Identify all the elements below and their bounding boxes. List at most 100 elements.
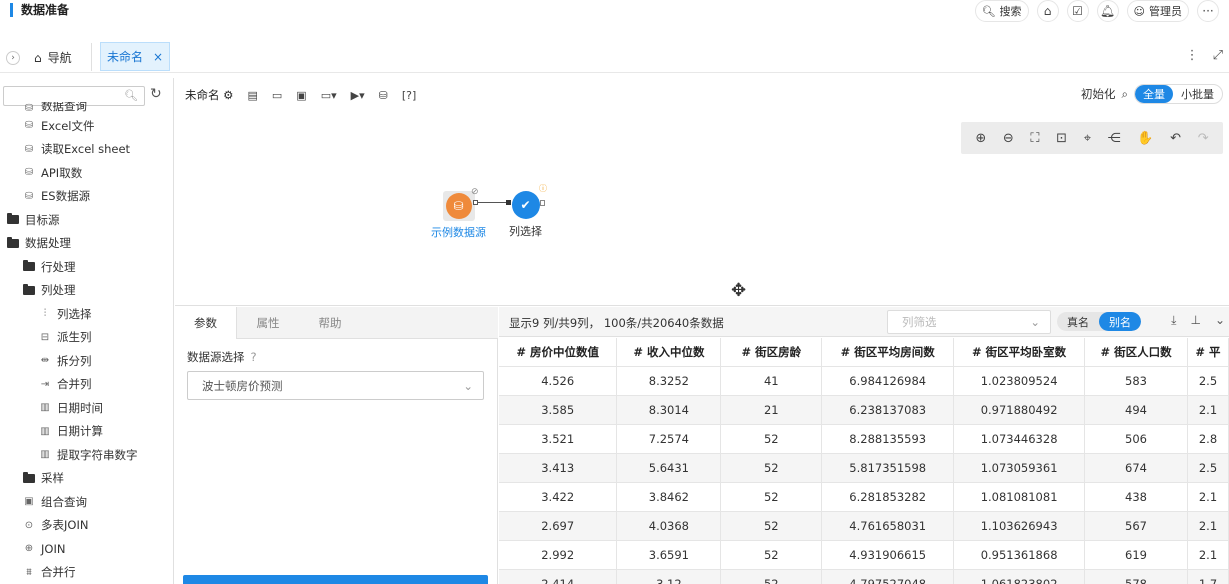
help-icon[interactable]: [?] <box>402 89 416 102</box>
column-header[interactable]: # 街区房龄 <box>720 338 823 367</box>
confirm-button[interactable] <box>183 575 488 584</box>
sidebar-item[interactable]: ⛁ ES数据源 <box>0 185 173 209</box>
save-icon[interactable]: ▭ <box>272 89 282 102</box>
node-connector <box>474 202 510 203</box>
sidebar-item[interactable]: ⊕ JOIN <box>0 537 173 561</box>
schedule-icon[interactable]: ⛁ <box>379 89 388 102</box>
sidebar-item[interactable]: ▣ 组合查询 <box>0 490 173 514</box>
name-toggle[interactable]: 真名 别名 <box>1057 312 1141 331</box>
table-cell: 3.413 <box>499 453 618 483</box>
init-label: 初始化 <box>1081 87 1116 101</box>
layout-tree-icon[interactable]: ⋲ <box>1108 131 1121 146</box>
task-icon[interactable]: ☑ <box>1066 0 1089 22</box>
sidebar-item[interactable]: 列处理 <box>0 279 173 303</box>
close-icon[interactable]: × <box>153 50 163 64</box>
flow-canvas[interactable]: 未命名 ⚙ ▤ ▭ ▣ ▭▾ ▶▾ ⛁ [?] 初始化 ⌕ 全量 小批量 ⊕ ⊖… <box>175 78 1229 306</box>
doc-settings-icon[interactable]: ▤ <box>247 89 257 102</box>
column-header[interactable]: # 街区平均卧室数 <box>953 338 1086 367</box>
sidebar-item[interactable]: 目标源 <box>0 208 173 232</box>
sidebar-item[interactable]: ⫶ 列选择 <box>0 302 173 326</box>
sidebar-item[interactable]: ▥ 日期计算 <box>0 420 173 444</box>
sidebar-item-label: JOIN <box>41 541 66 556</box>
run-icon[interactable]: ▶▾ <box>351 89 365 102</box>
mode-toggle[interactable]: 全量 小批量 <box>1134 84 1223 104</box>
sidebar-item-label: 合并行 <box>41 565 76 580</box>
sidebar-item[interactable]: ▥ 提取字符串数字 <box>0 443 173 467</box>
table-header-row: # 房价中位数值 # 收入中位数 # 街区房龄 # 街区平均房间数 # 街区平均卧室数 #… <box>499 338 1229 367</box>
sidebar-item[interactable]: ▥ 日期时间 <box>0 396 173 420</box>
sidebar-item[interactable]: 数据处理 <box>0 232 173 256</box>
focus-icon[interactable]: ⊡ <box>1056 131 1067 146</box>
table-cell: 567 <box>1084 511 1188 541</box>
sidebar-item[interactable]: ⊙ 多表JOIN <box>0 514 173 538</box>
column-header[interactable]: # 街区人口数 <box>1084 338 1188 367</box>
sidebar-item[interactable]: ⛁ 读取Excel sheet <box>0 138 173 162</box>
connector-port-out <box>473 200 478 205</box>
table-cell: 41 <box>720 366 823 396</box>
more-icon[interactable]: ··· <box>1197 0 1219 22</box>
zoom-in-icon[interactable]: ⊕ <box>975 131 986 146</box>
save-as-icon[interactable]: ▣ <box>296 89 306 102</box>
sidebar-item-label: 列选择 <box>57 306 92 321</box>
datasource-select[interactable]: 波士顿房价预测 ⌄ <box>187 371 484 400</box>
column-filter-select[interactable]: 列筛选 ⌄ <box>887 310 1051 334</box>
sidebar-item-label: 目标源 <box>25 212 60 227</box>
home-icon[interactable]: ⌂ <box>1036 0 1059 22</box>
sidebar-item-label: 拆分列 <box>57 353 92 368</box>
db-icon: ⛁ <box>24 167 34 179</box>
column-header[interactable]: # 收入中位数 <box>616 338 722 367</box>
tab-nav[interactable]: ⌂ 导航 <box>34 49 72 66</box>
mode-full-button[interactable]: 全量 <box>1135 85 1173 103</box>
column-header[interactable]: # 平 <box>1187 338 1229 367</box>
download-icon[interactable]: ⤓ <box>1171 313 1176 328</box>
tab-help[interactable]: 帮助 <box>299 307 361 339</box>
sidebar-item[interactable]: ⛁ API取数 <box>0 161 173 185</box>
search-button[interactable]: 🔍︎ 搜索 <box>974 0 1029 22</box>
collapse-icon[interactable]: ⌄ <box>1215 313 1225 328</box>
data-preview-actions: ⤓ ⊥ ⌄ <box>1171 313 1225 328</box>
tab-properties[interactable]: 属性 <box>237 307 299 339</box>
pin-icon[interactable]: ⊥ <box>1190 313 1200 328</box>
vertical-more-icon[interactable]: ⋮ <box>1186 48 1199 63</box>
alias-button[interactable]: 别名 <box>1099 312 1141 331</box>
sidebar-item[interactable]: ⩩ 合并行 <box>0 561 173 584</box>
hand-icon[interactable]: ✋ <box>1137 131 1153 146</box>
datasource-label-row: 数据源选择 ? <box>187 349 257 365</box>
sidebar-item[interactable]: ⇥ 合并列 <box>0 373 173 397</box>
table-cell: 52 <box>720 482 823 512</box>
tab-untitled[interactable]: 未命名 × <box>100 42 171 71</box>
move-icon[interactable]: ✥ <box>731 280 746 301</box>
zoom-out-icon[interactable]: ⊖ <box>1003 131 1014 146</box>
tab-params[interactable]: 参数 <box>175 307 237 339</box>
screen-icon[interactable]: ▭▾ <box>321 89 337 102</box>
undo-icon[interactable]: ↶ <box>1170 131 1181 146</box>
column-header[interactable]: # 街区平均房间数 <box>821 338 955 367</box>
help-circle-icon[interactable]: ? <box>251 350 257 364</box>
user-menu[interactable]: ☺ 管理员 <box>1126 0 1189 22</box>
column-header[interactable]: # 房价中位数值 <box>499 338 618 367</box>
init-preview-icon[interactable]: ⌕ <box>1122 87 1128 102</box>
search-label: 搜索 <box>999 5 1022 18</box>
sidebar-item[interactable]: 行处理 <box>0 255 173 279</box>
sidebar-item[interactable]: ⊟ 派生列 <box>0 326 173 350</box>
node-column-select[interactable]: ✔ 列选择 <box>509 191 542 239</box>
redo-icon[interactable]: ↷ <box>1198 131 1209 146</box>
fullscreen-icon[interactable]: ⤢ <box>1213 48 1223 63</box>
bell-icon[interactable]: 🔔︎ <box>1096 0 1119 22</box>
sidebar-item[interactable]: 采样 <box>0 467 173 491</box>
refresh-icon[interactable]: ↻ <box>150 86 162 102</box>
mode-batch-button[interactable]: 小批量 <box>1173 85 1222 103</box>
table-cell: 4.526 <box>499 366 618 396</box>
sidebar-item[interactable]: ⛁ 数据查询 <box>0 102 173 114</box>
expand-sidebar-button[interactable]: › <box>6 51 20 65</box>
table-cell: 494 <box>1084 395 1188 425</box>
flow-name[interactable]: 未命名 ⚙ <box>185 87 233 103</box>
real-name-button[interactable]: 真名 <box>1057 312 1099 331</box>
join-icon: ⊙ <box>24 519 34 531</box>
fit-screen-icon[interactable]: ⛶ <box>1030 131 1039 146</box>
sidebar-item-label: 列处理 <box>41 283 76 298</box>
node-sample-source[interactable]: ⛁ 示例数据源 <box>431 191 486 240</box>
sidebar-item[interactable]: ⇹ 拆分列 <box>0 349 173 373</box>
locate-icon[interactable]: ⌖ <box>1084 131 1091 146</box>
sidebar-item[interactable]: ⛁ Excel文件 <box>0 114 173 138</box>
